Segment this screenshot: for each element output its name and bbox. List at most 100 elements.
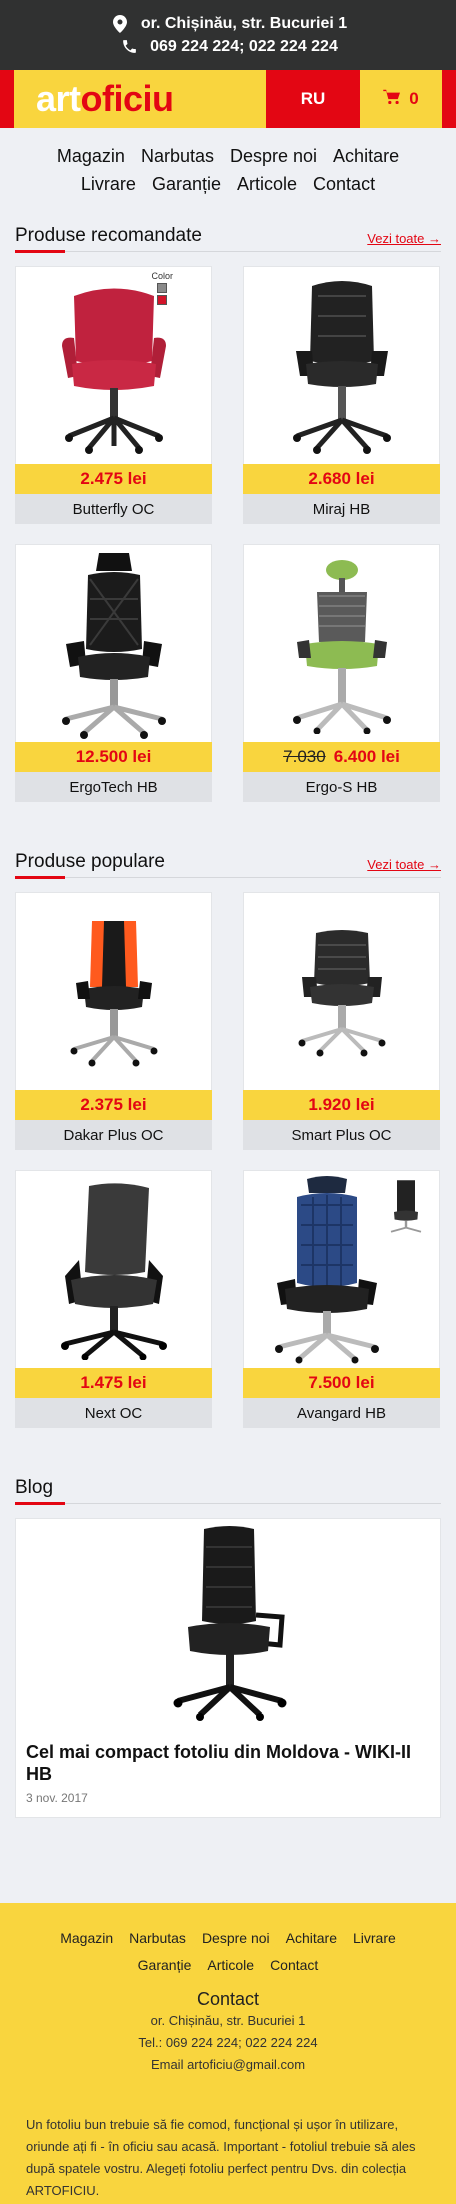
product-card[interactable]: 2.680 lei Miraj HB <box>243 266 440 524</box>
swatch-red[interactable] <box>157 295 168 305</box>
blog-post-image <box>16 1519 440 1727</box>
see-all-link[interactable]: Vezi toate → <box>367 231 441 251</box>
chair-illustration <box>70 920 157 1066</box>
footer-link-magazin[interactable]: Magazin <box>60 1925 113 1952</box>
footer-nav-row-1: Magazin Narbutas Despre noi Achitare Liv… <box>0 1925 456 1952</box>
product-image <box>15 1170 212 1368</box>
product-card[interactable]: 12.500 lei ErgoTech HB <box>15 544 212 802</box>
product-image <box>243 892 440 1090</box>
product-name[interactable]: Dakar Plus OC <box>15 1120 212 1150</box>
product-price: 2.475 lei <box>15 464 212 494</box>
product-grid: Color 2.475 lei Butterfly OC 2.680 lei M… <box>15 266 441 802</box>
product-name[interactable]: Butterfly OC <box>15 494 212 524</box>
popular-header: Produse populare Vezi toate → <box>15 848 441 879</box>
nav-item-contact[interactable]: Contact <box>313 170 375 198</box>
product-price: 12.500 lei <box>15 742 212 772</box>
product-card[interactable]: 1.920 lei Smart Plus OC <box>243 892 440 1150</box>
product-price: 1.920 lei <box>243 1090 440 1120</box>
product-price: 7.500 lei <box>243 1368 440 1398</box>
product-name[interactable]: ErgoTech HB <box>15 772 212 802</box>
product-price: 1.475 lei <box>15 1368 212 1398</box>
product-price: 7.030 6.400 lei <box>243 742 440 772</box>
footer-link-despre-noi[interactable]: Despre noi <box>202 1925 270 1952</box>
product-card[interactable]: 7.500 lei Avangard HB <box>243 1170 440 1428</box>
chair-illustration <box>173 1526 287 1721</box>
footer-nav-row-2: Garanție Articole Contact <box>0 1952 456 1979</box>
product-price: 2.375 lei <box>15 1090 212 1120</box>
cart-count: 0 <box>409 89 419 108</box>
product-image: Color <box>15 266 212 464</box>
product-name[interactable]: Avangard HB <box>243 1398 440 1428</box>
nav-row-2: Livrare Garanție Articole Contact <box>30 170 426 198</box>
blog-post-card[interactable]: Cel mai compact fotoliu din Moldova - WI… <box>15 1518 441 1818</box>
product-name[interactable]: Next OC <box>15 1398 212 1428</box>
footer-contact-title: Contact <box>196 1989 260 2009</box>
cart-button[interactable]: 0 <box>360 70 442 128</box>
popular-section: Produse populare Vezi toate → 2.375 lei … <box>0 848 456 1428</box>
footer-address: or. Chișinău, str. Bucuriei 1 <box>150 2013 306 2028</box>
contact-topbar: or. Chișinău, str. Bucuriei 1 069 224 22… <box>0 0 456 70</box>
footer-link-narbutas[interactable]: Narbutas <box>129 1925 186 1952</box>
section-title: Produse populare <box>15 851 165 872</box>
nav-item-articole[interactable]: Articole <box>237 170 297 198</box>
product-grid: 2.375 lei Dakar Plus OC 1.920 lei Smart … <box>15 892 441 1428</box>
footer-link-contact[interactable]: Contact <box>270 1952 318 1979</box>
phone-icon <box>118 38 140 55</box>
cart-icon <box>383 89 401 110</box>
language-switch[interactable]: RU <box>266 70 360 128</box>
product-image <box>243 544 440 742</box>
product-name[interactable]: Smart Plus OC <box>243 1120 440 1150</box>
footer-nav: Magazin Narbutas Despre noi Achitare Liv… <box>0 1903 456 1979</box>
color-swatches: Color <box>151 271 173 305</box>
logo: artoficiu <box>36 78 174 119</box>
old-price: 7.030 <box>283 747 326 766</box>
product-card[interactable]: 7.030 6.400 lei Ergo-S HB <box>243 544 440 802</box>
footer-link-achitare[interactable]: Achitare <box>286 1925 337 1952</box>
site-header: artoficiu RU 0 <box>0 70 456 128</box>
product-image <box>243 1170 440 1368</box>
product-card[interactable]: Color 2.475 lei Butterfly OC <box>15 266 212 524</box>
chair-illustration <box>298 929 385 1056</box>
see-all-link[interactable]: Vezi toate → <box>367 857 441 877</box>
section-title: Produse recomandate <box>15 225 202 246</box>
site-footer: Magazin Narbutas Despre noi Achitare Liv… <box>0 1903 456 2204</box>
swatch-grey[interactable] <box>157 283 168 293</box>
nav-row-1: Magazin Narbutas Despre noi Achitare <box>30 142 426 170</box>
nav-item-narbutas[interactable]: Narbutas <box>141 142 214 170</box>
chair-illustration <box>292 559 391 734</box>
nav-item-despre-noi[interactable]: Despre noi <box>230 142 317 170</box>
blog-header: Blog <box>15 1474 441 1505</box>
phone-line[interactable]: 069 224 224; 022 224 224 <box>0 35 456 58</box>
product-name[interactable]: Ergo-S HB <box>243 772 440 802</box>
product-image <box>15 544 212 742</box>
product-price: 2.680 lei <box>243 464 440 494</box>
product-image <box>15 892 212 1090</box>
map-pin-icon <box>109 14 131 33</box>
product-card[interactable]: 2.375 lei Dakar Plus OC <box>15 892 212 1150</box>
footer-link-livrare[interactable]: Livrare <box>353 1925 396 1952</box>
recommended-section: Produse recomandate Vezi toate → Color 2… <box>0 222 456 802</box>
chair-illustration <box>61 552 166 739</box>
chair-illustration <box>60 1182 167 1360</box>
nav-item-achitare[interactable]: Achitare <box>333 142 399 170</box>
recommended-header: Produse recomandate Vezi toate → <box>15 222 441 253</box>
blog-post-title[interactable]: Cel mai compact fotoliu din Moldova - WI… <box>16 1727 440 1789</box>
footer-email[interactable]: Email artoficiu@gmail.com <box>0 2054 456 2076</box>
footer-link-garantie[interactable]: Garanție <box>138 1952 192 1979</box>
address-text: or. Chișinău, str. Bucuriei 1 <box>140 14 348 32</box>
page: or. Chișinău, str. Bucuriei 1 069 224 22… <box>0 0 456 2204</box>
product-name[interactable]: Miraj HB <box>243 494 440 524</box>
nav-item-livrare[interactable]: Livrare <box>81 170 136 198</box>
nav-item-magazin[interactable]: Magazin <box>57 142 125 170</box>
footer-phones[interactable]: Tel.: 069 224 224; 022 224 224 <box>0 2032 456 2054</box>
main-nav: Magazin Narbutas Despre noi Achitare Liv… <box>0 128 456 206</box>
footer-link-articole[interactable]: Articole <box>207 1952 254 1979</box>
address-line: or. Chișinău, str. Bucuriei 1 <box>0 12 456 35</box>
product-card[interactable]: 1.475 lei Next OC <box>15 1170 212 1428</box>
nav-item-garantie[interactable]: Garanție <box>152 170 221 198</box>
blog-post-date: 3 nov. 2017 <box>26 1791 88 1805</box>
chair-illustration <box>292 280 391 454</box>
footer-description: Un fotoliu bun trebuie să fie comod, fun… <box>26 2117 416 2198</box>
logo-link[interactable]: artoficiu <box>14 70 266 128</box>
phone-text: 069 224 224; 022 224 224 <box>150 37 338 55</box>
